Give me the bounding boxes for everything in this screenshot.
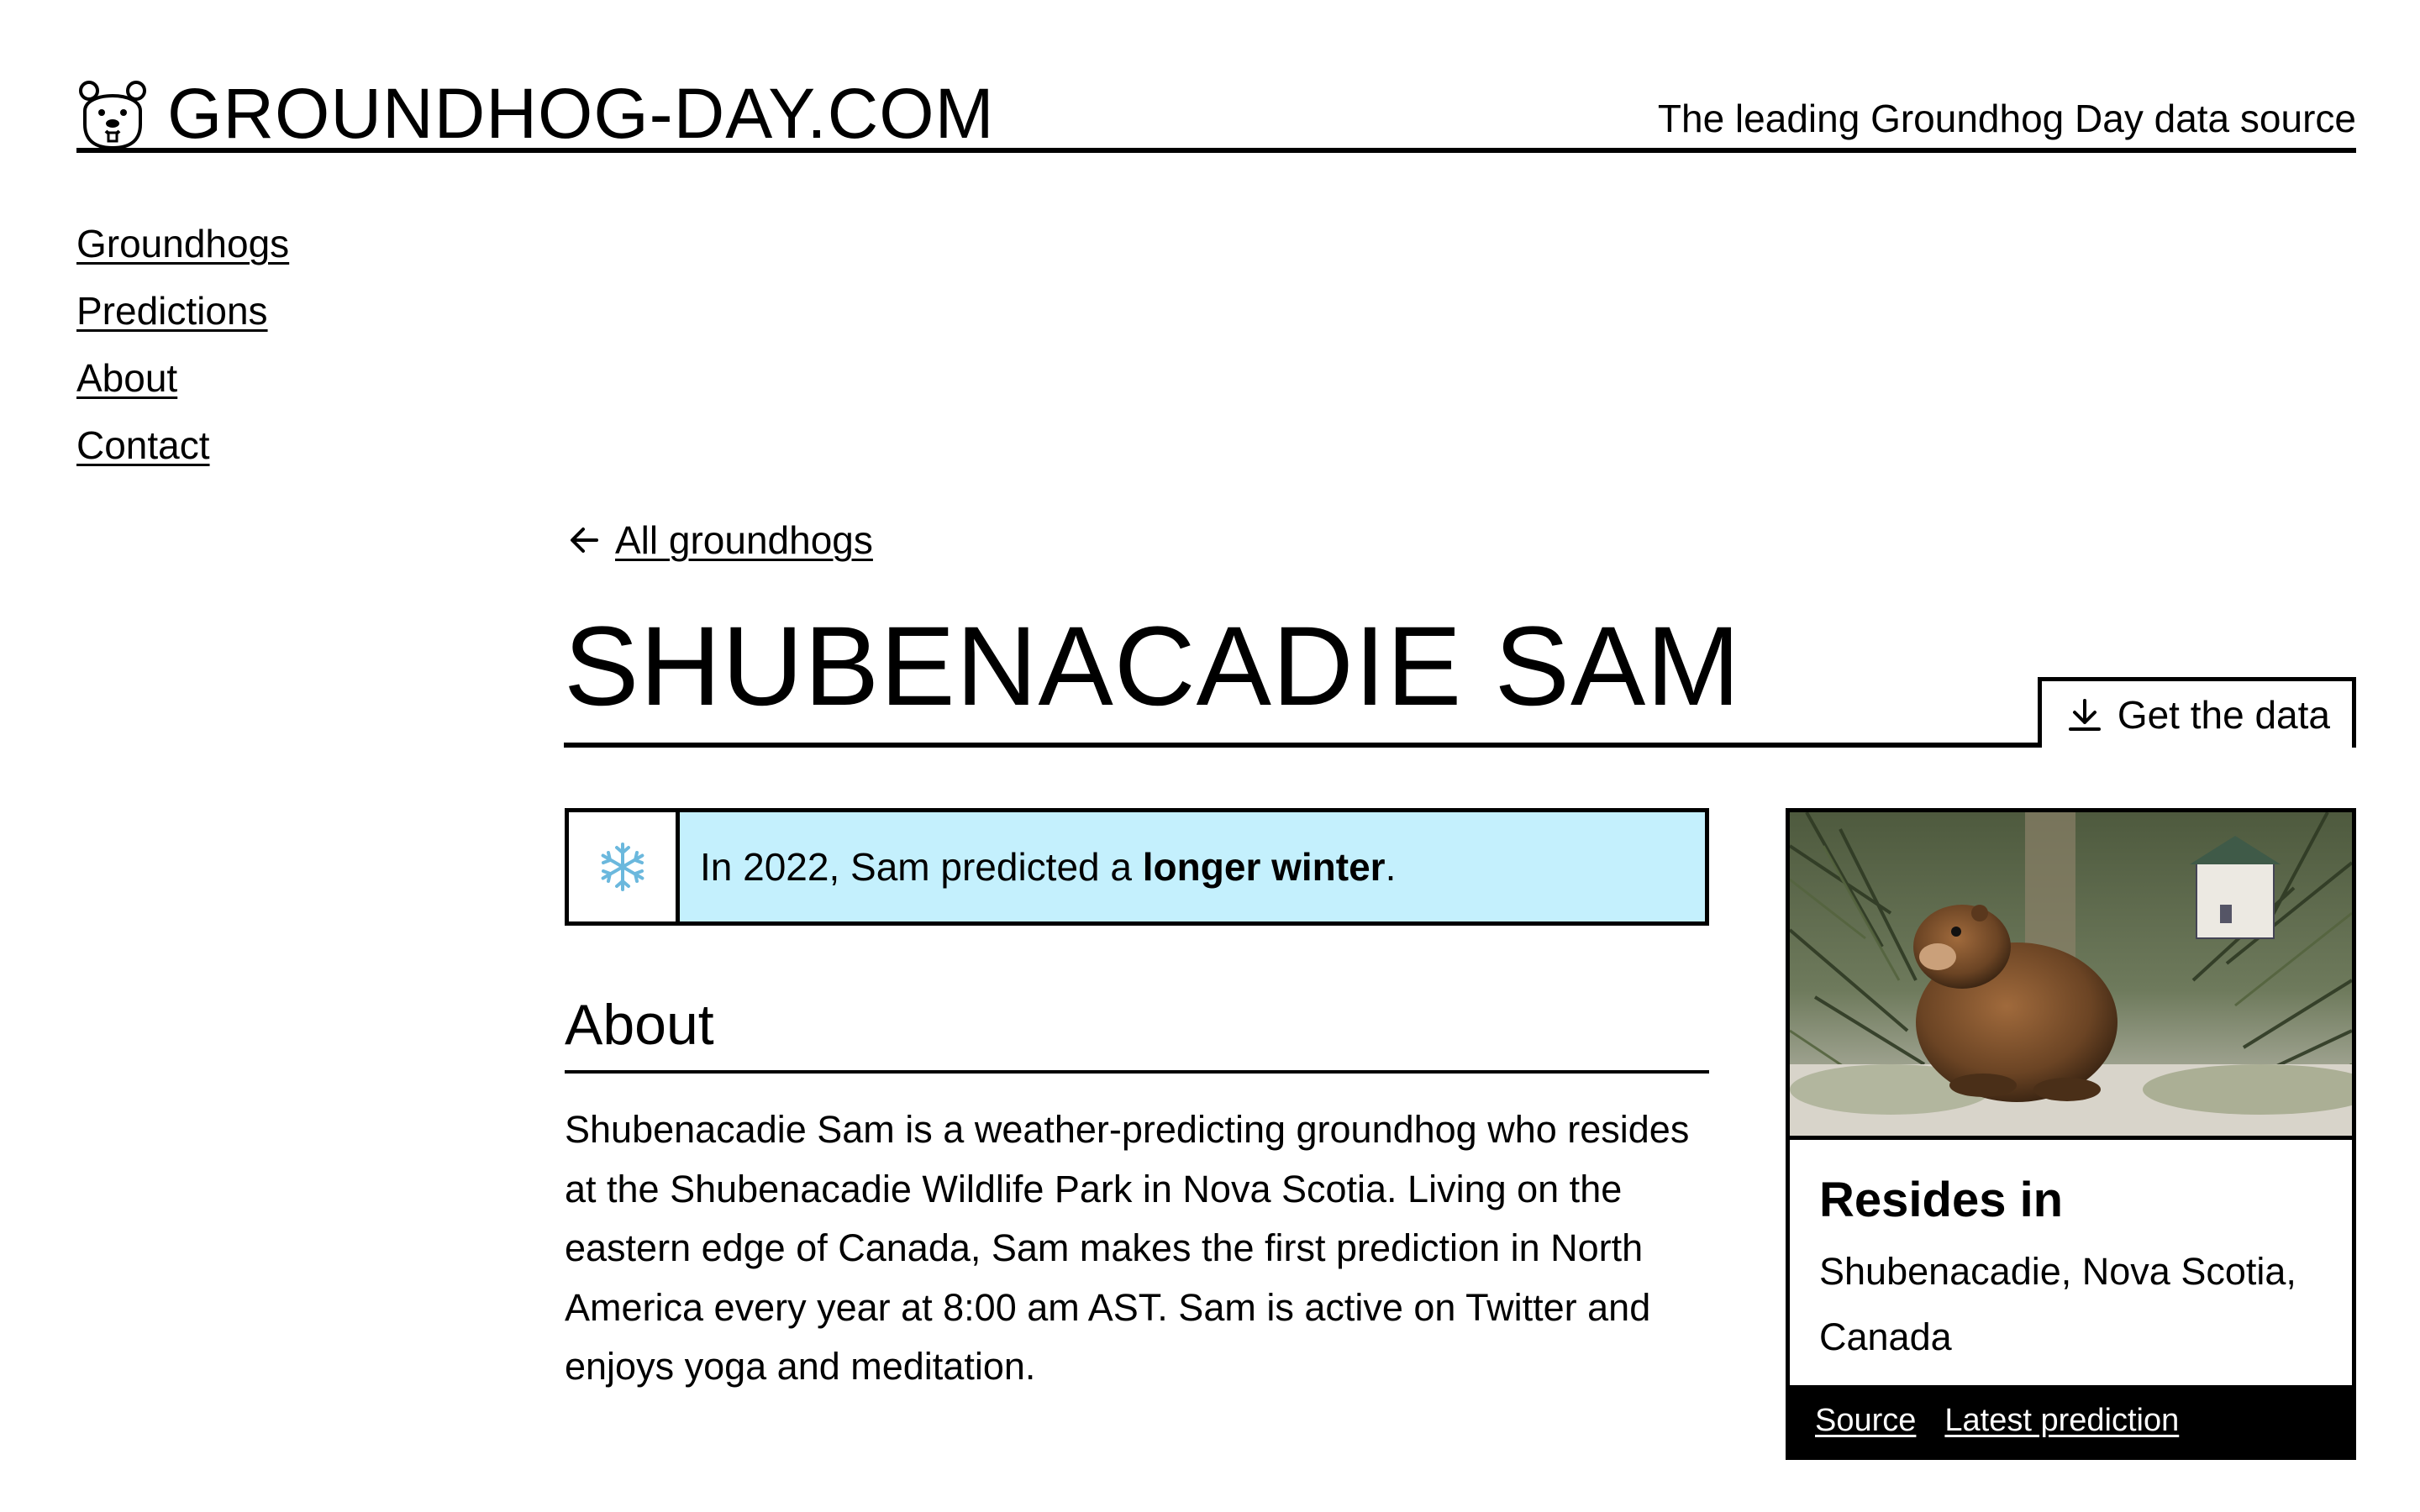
arrow-left-icon bbox=[571, 528, 598, 553]
nav-link-predictions[interactable]: Predictions bbox=[76, 277, 289, 344]
prediction-text-suffix: . bbox=[1385, 845, 1397, 889]
breadcrumb: All groundhogs bbox=[565, 517, 873, 563]
prediction-result: longer winter bbox=[1142, 845, 1386, 889]
resides-value: Shubenacadie, Nova Scotia, Canada bbox=[1819, 1249, 2296, 1358]
site-logo-text: GROUNDHOG-DAY.COM bbox=[167, 74, 995, 153]
site-header: GROUNDHOG-DAY.COM The leading Groundhog … bbox=[76, 71, 2356, 153]
about-body: Shubenacadie Sam is a weather-predicting… bbox=[565, 1108, 1690, 1388]
groundhog-card: Resides in Shubenacadie, Nova Scotia, Ca… bbox=[1786, 808, 2356, 1460]
site-tagline: The leading Groundhog Day data source bbox=[1657, 97, 2356, 140]
groundhog-photo bbox=[1790, 812, 2352, 1140]
resides-heading: Resides in bbox=[1819, 1173, 2064, 1227]
download-icon bbox=[2068, 698, 2101, 731]
snowflake-icon bbox=[601, 843, 644, 891]
card-body: Resides in Shubenacadie, Nova Scotia, Ca… bbox=[1819, 1173, 2340, 1370]
nav-link-about[interactable]: About bbox=[76, 344, 289, 412]
all-groundhogs-link[interactable]: All groundhogs bbox=[615, 517, 873, 563]
title-row: SHUBENACADIE SAM Get the data bbox=[564, 605, 2356, 748]
groundhog-face-icon bbox=[79, 81, 146, 150]
nav-link-contact[interactable]: Contact bbox=[76, 412, 289, 479]
latest-prediction-link[interactable]: Latest prediction bbox=[1944, 1403, 2179, 1439]
site-logo-link[interactable]: GROUNDHOG-DAY.COM bbox=[76, 77, 995, 150]
prediction-text: In 2022, Sam predicted a longer winter. bbox=[680, 812, 1396, 921]
source-link[interactable]: Source bbox=[1815, 1403, 1916, 1439]
card-footer: Source Latest prediction bbox=[1790, 1385, 2352, 1456]
prediction-banner: In 2022, Sam predicted a longer winter. bbox=[565, 808, 1709, 926]
page-title: SHUBENACADIE SAM bbox=[564, 604, 1741, 729]
main-nav: Groundhogs Predictions About Contact bbox=[76, 210, 289, 479]
prediction-text-prefix: In 2022, Sam predicted a bbox=[700, 845, 1143, 889]
nav-link-groundhogs[interactable]: Groundhogs bbox=[76, 210, 289, 277]
get-the-data-button[interactable]: Get the data bbox=[2037, 677, 2356, 748]
prediction-icon-box bbox=[569, 812, 680, 921]
get-the-data-label: Get the data bbox=[2117, 692, 2330, 737]
page: GROUNDHOG-DAY.COM The leading Groundhog … bbox=[0, 0, 2420, 1512]
about-heading: About bbox=[565, 983, 1709, 1074]
